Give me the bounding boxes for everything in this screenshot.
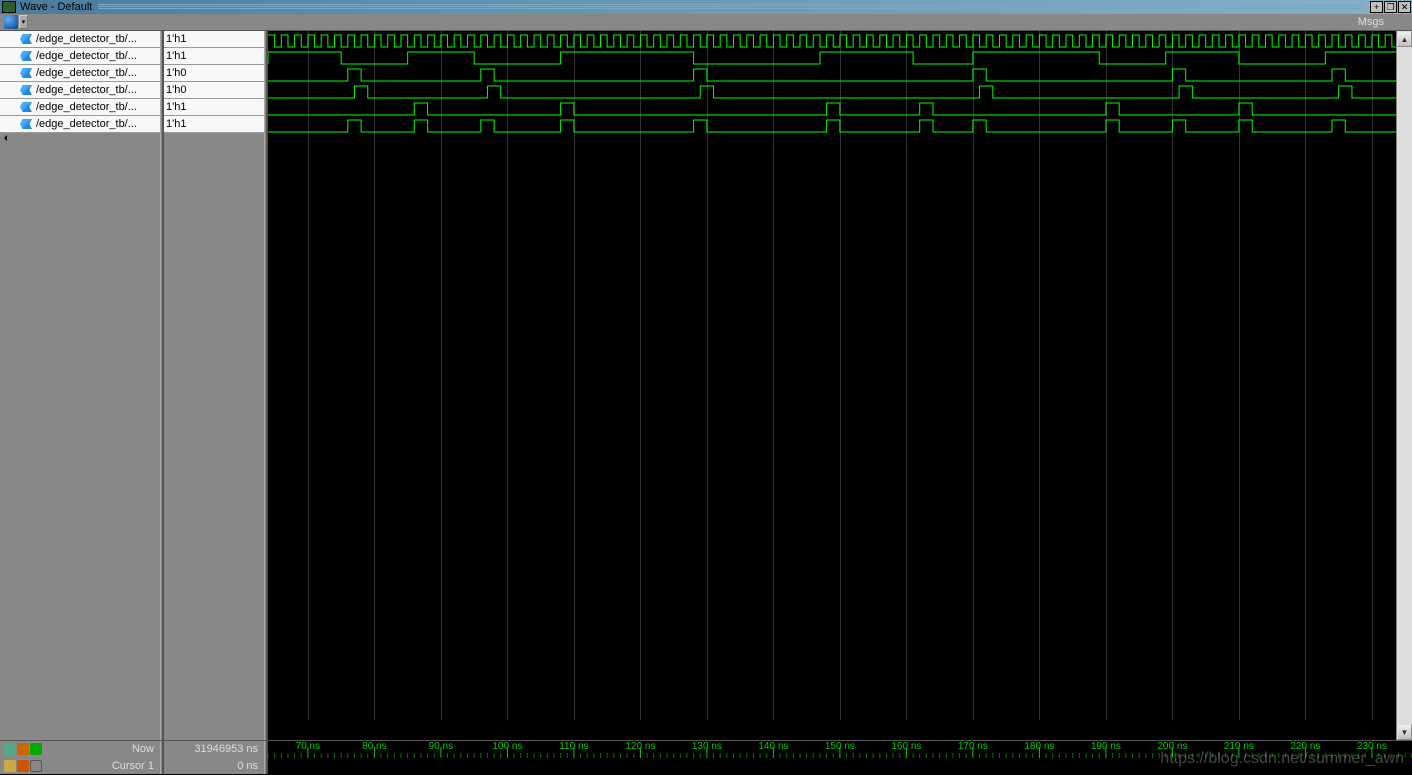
titlebar: Wave - Default + ❐ ✕	[0, 0, 1412, 14]
waveform-area[interactable]: ▲ ▼	[267, 31, 1412, 740]
signal-values-column: 1'h11'h11'h01'h01'h11'h1	[163, 31, 264, 740]
footer: Now Cursor 1 31946953 ns 0 ns 70 ns 80 ns…	[0, 740, 1412, 774]
signal-name-row[interactable]: /edge_detector_tb/...	[0, 65, 160, 82]
ruler-label: 220 ns	[1290, 741, 1320, 752]
ruler-label: 100 ns	[492, 741, 522, 752]
now-value: 31946953 ns	[164, 741, 264, 758]
ruler-label: 200 ns	[1157, 741, 1187, 752]
cursor-track[interactable]	[268, 758, 1412, 775]
signal-name-label: /edge_detector_tb/...	[36, 101, 137, 113]
cursor-value: 0 ns	[164, 758, 264, 775]
time-ruler[interactable]: 70 ns 80 ns 90 ns 100 ns 110 ns 120 ns 130 ns 1…	[268, 741, 1412, 758]
signal-name-row[interactable]: /edge_detector_tb/...	[0, 82, 160, 99]
ruler-label: 170 ns	[958, 741, 988, 752]
cursor-row: Cursor 1	[0, 758, 160, 775]
close-button[interactable]: ✕	[1398, 1, 1411, 13]
restore-button[interactable]: ❐	[1384, 1, 1397, 13]
wave-window-icon	[2, 1, 16, 13]
now-label: Now	[132, 743, 154, 755]
signal-value-row[interactable]: 1'h1	[164, 48, 264, 65]
window-title: Wave - Default	[20, 1, 92, 13]
view-mode-dropdown[interactable]: ▾	[19, 15, 28, 29]
signal-name-label: /edge_detector_tb/...	[36, 67, 137, 79]
ruler-label: 150 ns	[825, 741, 855, 752]
vertical-scrollbar[interactable]: ▲ ▼	[1396, 31, 1412, 740]
msgs-header: Msgs	[1358, 16, 1412, 28]
footer-icon-4[interactable]	[4, 760, 16, 772]
ruler-label: 210 ns	[1224, 741, 1254, 752]
dock-button[interactable]: +	[1370, 1, 1383, 13]
footer-icon-1[interactable]	[4, 743, 16, 755]
ruler-label: 90 ns	[429, 741, 453, 752]
ruler-label: 230 ns	[1357, 741, 1387, 752]
toolbar: ▾ Msgs	[0, 14, 1412, 31]
signal-icon	[20, 102, 32, 112]
signal-value-row[interactable]: 1'h0	[164, 65, 264, 82]
signal-name-label: /edge_detector_tb/...	[36, 84, 137, 96]
ruler-label: 140 ns	[758, 741, 788, 752]
ruler-label: 80 ns	[362, 741, 386, 752]
signal-value-row[interactable]: 1'h1	[164, 116, 264, 133]
ruler-label: 130 ns	[692, 741, 722, 752]
signal-name-row[interactable]: /edge_detector_tb/...	[0, 99, 160, 116]
footer-icon-6[interactable]	[30, 760, 42, 772]
ruler-label: 180 ns	[1024, 741, 1054, 752]
ruler-label: 160 ns	[891, 741, 921, 752]
footer-icon-3[interactable]	[30, 743, 42, 755]
signal-icon	[20, 85, 32, 95]
footer-icon-2[interactable]	[17, 743, 29, 755]
signal-icon	[20, 68, 32, 78]
view-mode-icon[interactable]	[4, 15, 18, 29]
names-empty-area	[0, 135, 160, 740]
signal-icon	[20, 51, 32, 61]
signal-name-row[interactable]: /edge_detector_tb/...	[0, 48, 160, 65]
signal-name-label: /edge_detector_tb/...	[36, 118, 137, 130]
signal-name-row[interactable]: /edge_detector_tb/...	[0, 31, 160, 48]
signal-icon	[20, 34, 32, 44]
ruler-label: 110 ns	[559, 741, 588, 752]
msgs-empty-area	[164, 135, 264, 740]
signal-value-row[interactable]: 1'h0	[164, 82, 264, 99]
signal-names-column: /edge_detector_tb/... /edge_detector_tb/.…	[0, 31, 160, 740]
signal-value-row[interactable]: 1'h1	[164, 31, 264, 48]
footer-icon-5[interactable]	[17, 760, 29, 772]
titlebar-decor	[98, 4, 1364, 10]
signal-value-row[interactable]: 1'h1	[164, 99, 264, 116]
scroll-up-button[interactable]: ▲	[1397, 31, 1412, 47]
signal-name-label: /edge_detector_tb/...	[36, 33, 137, 45]
ruler-label: 120 ns	[625, 741, 655, 752]
ruler-label: 70 ns	[296, 741, 320, 752]
now-row: Now	[0, 741, 160, 758]
ruler-label: 190 ns	[1091, 741, 1121, 752]
signal-name-label: /edge_detector_tb/...	[36, 50, 137, 62]
signal-name-row[interactable]: /edge_detector_tb/...	[0, 116, 160, 133]
scroll-down-button[interactable]: ▼	[1397, 724, 1412, 740]
cursor-label: Cursor 1	[112, 760, 154, 772]
signal-icon	[20, 119, 32, 129]
